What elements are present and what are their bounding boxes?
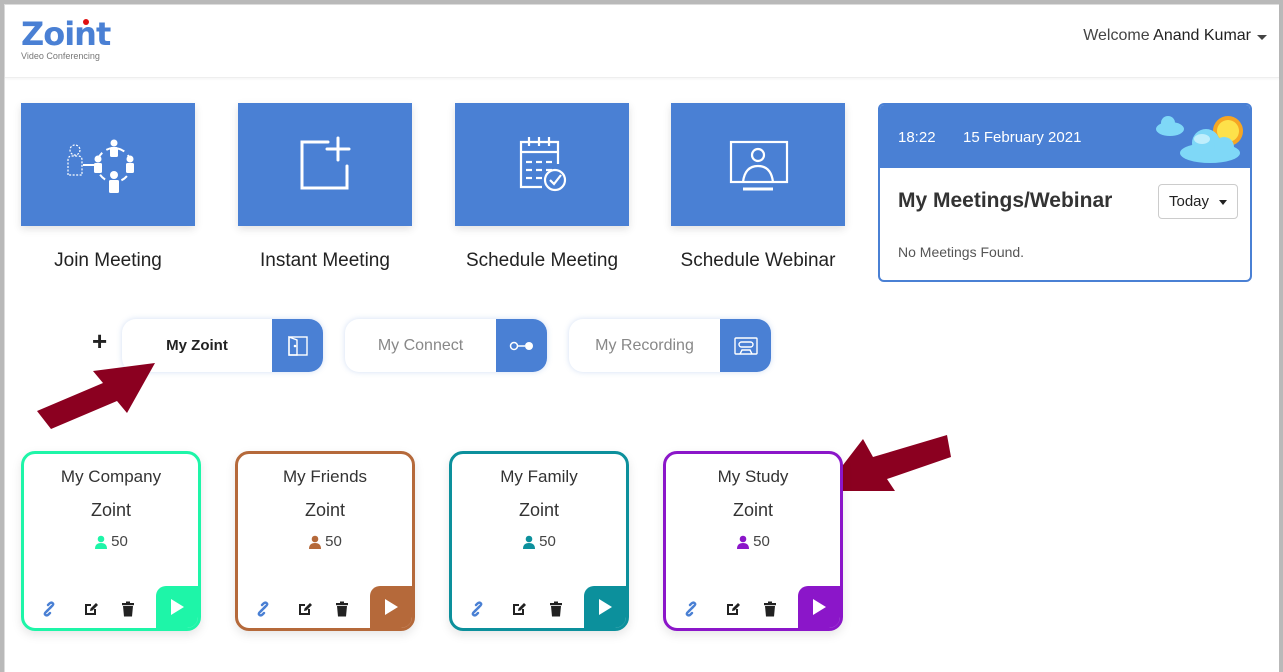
edit-icon[interactable] (296, 600, 314, 618)
webinar-icon (729, 140, 789, 190)
instant-meeting-label: Instant Meeting (260, 250, 390, 271)
instant-meeting-tile[interactable]: Instant Meeting (238, 103, 412, 272)
date-filter-value: Today (1169, 193, 1210, 210)
group-subtitle: Zoint (304, 500, 346, 520)
trash-icon[interactable] (547, 600, 565, 618)
connect-icon (496, 319, 547, 372)
group-card[interactable]: My Company Zoint 50 (21, 451, 201, 631)
schedule-webinar-tile[interactable]: Schedule Webinar (671, 103, 845, 272)
join-meeting-icon (67, 139, 134, 193)
schedule-meeting-tile[interactable]: Schedule Meeting (455, 103, 629, 272)
edit-icon[interactable] (510, 600, 528, 618)
group-card[interactable]: My Family Zoint 50 (449, 451, 629, 631)
group-subtitle: Zoint (732, 500, 774, 520)
start-meeting-button[interactable] (370, 586, 412, 628)
caret-down-icon (1257, 35, 1267, 40)
tab-my-connect[interactable]: My Connect (345, 319, 547, 372)
partly-cloudy-icon (1156, 116, 1243, 163)
trash-icon[interactable] (761, 600, 779, 618)
link-icon[interactable] (468, 600, 486, 618)
meetings-title: My Meetings/Webinar (898, 189, 1113, 212)
group-name: My Family (500, 467, 578, 486)
annotation-arrow-left (37, 363, 155, 429)
play-icon (599, 599, 612, 615)
group-subtitle: Zoint (90, 500, 132, 520)
group-actions (452, 586, 626, 628)
group-actions (238, 586, 412, 628)
link-icon[interactable] (682, 600, 700, 618)
group-actions (24, 586, 198, 628)
instant-meeting-icon (300, 136, 351, 189)
trash-icon[interactable] (333, 600, 351, 618)
meetings-card: 18:22 15 February 2021 My Meetings/Webin… (878, 103, 1252, 282)
member-count: 50 (238, 533, 412, 550)
user-icon (737, 535, 750, 549)
schedule-meeting-button[interactable] (455, 103, 629, 226)
member-count-value: 50 (539, 533, 556, 550)
trash-icon[interactable] (119, 600, 137, 618)
start-meeting-button[interactable] (156, 586, 198, 628)
member-count-value: 50 (111, 533, 128, 550)
play-icon (171, 599, 184, 615)
add-button[interactable]: + (92, 328, 107, 354)
link-icon[interactable] (254, 600, 272, 618)
logo-dot (83, 19, 89, 25)
schedule-meeting-label: Schedule Meeting (465, 250, 619, 271)
join-meeting-tile[interactable]: Join Meeting (21, 103, 195, 272)
empty-meetings-message: No Meetings Found. (898, 244, 1025, 260)
group-card[interactable]: My Friends Zoint 50 (235, 451, 415, 631)
user-icon (523, 535, 536, 549)
logo[interactable]: Zoint Video Conferencing (21, 15, 111, 61)
member-count: 50 (24, 533, 198, 550)
date-filter-dropdown[interactable]: Today (1158, 184, 1238, 219)
group-name: My Company (60, 467, 162, 486)
cassette-icon (720, 319, 771, 372)
instant-meeting-button[interactable] (238, 103, 412, 226)
group-subtitle: Zoint (518, 500, 560, 520)
schedule-webinar-label: Schedule Webinar (680, 250, 836, 271)
tab-my-recording[interactable]: My Recording (569, 319, 771, 372)
member-count: 50 (666, 533, 840, 550)
welcome-label: Welcome (1083, 27, 1150, 44)
group-name: My Study (717, 467, 789, 486)
member-count-value: 50 (325, 533, 342, 550)
logo-text: Zoint (21, 15, 111, 53)
current-time: 18:22 (898, 129, 936, 146)
member-count: 50 (452, 533, 626, 550)
app-window: Zoint Video Conferencing Welcome Anand K… (4, 4, 1279, 672)
group-name: My Friends (282, 467, 368, 486)
door-icon (272, 319, 323, 372)
member-count-value: 50 (753, 533, 770, 550)
tab-my-connect-label: My Connect (377, 337, 464, 354)
calendar-check-icon (519, 136, 567, 191)
schedule-webinar-button[interactable] (671, 103, 845, 226)
user-icon (95, 535, 108, 549)
start-meeting-button[interactable] (584, 586, 626, 628)
join-meeting-label: Join Meeting (54, 250, 162, 271)
user-name: Anand Kumar (1153, 27, 1251, 44)
start-meeting-button[interactable] (798, 586, 840, 628)
link-icon[interactable] (40, 600, 58, 618)
play-icon (385, 599, 398, 615)
caret-down-icon (1219, 200, 1227, 205)
tab-my-recording-label: My Recording (595, 337, 694, 354)
group-actions (666, 586, 840, 628)
current-date: 15 February 2021 (963, 129, 1082, 146)
user-menu[interactable]: Welcome Anand Kumar (1083, 27, 1267, 45)
top-bar: Zoint Video Conferencing Welcome Anand K… (5, 5, 1279, 78)
edit-icon[interactable] (724, 600, 742, 618)
user-icon (309, 535, 322, 549)
meetings-card-header: 18:22 15 February 2021 (880, 105, 1250, 168)
group-card[interactable]: My Study Zoint 50 (663, 451, 843, 631)
join-meeting-button[interactable] (21, 103, 195, 226)
edit-icon[interactable] (82, 600, 100, 618)
play-icon (813, 599, 826, 615)
